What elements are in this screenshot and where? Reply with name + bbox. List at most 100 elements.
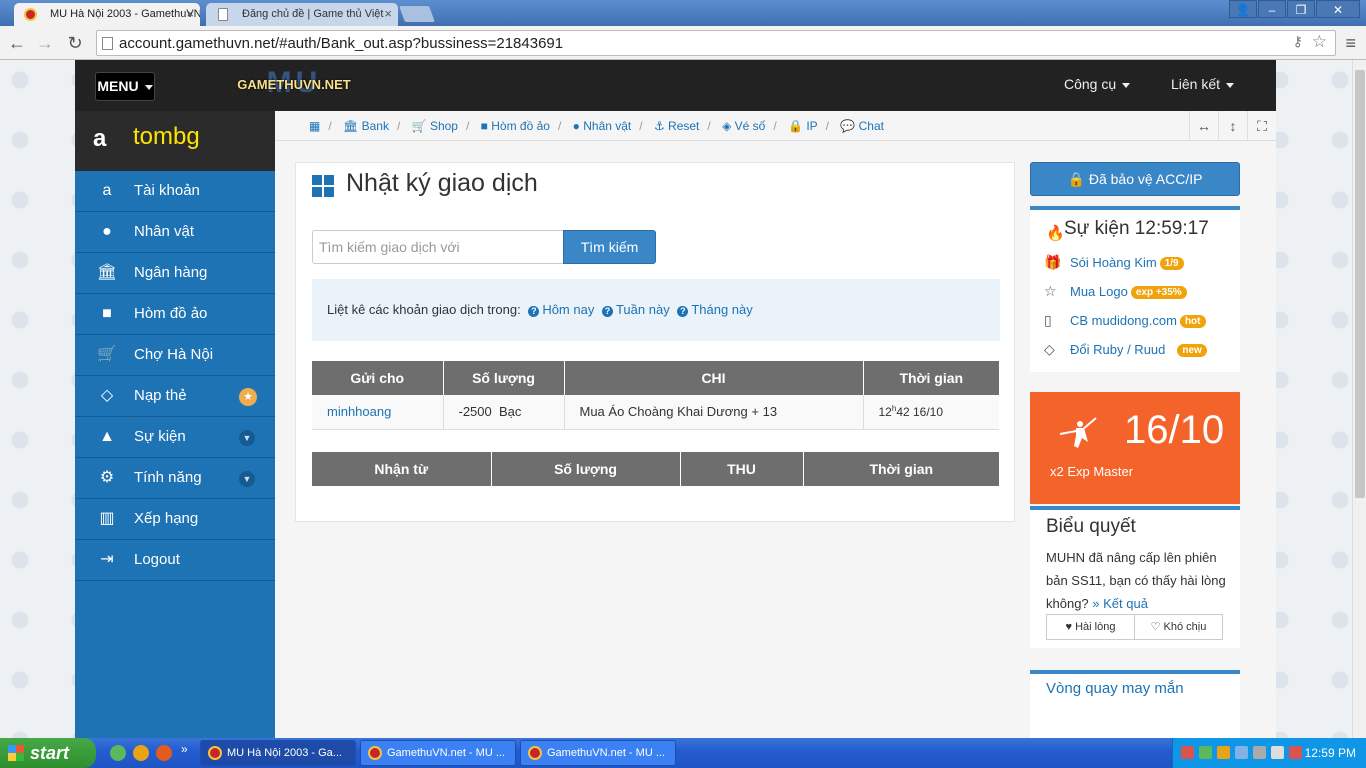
volume-icon[interactable] <box>1271 746 1284 759</box>
tray-icon[interactable] <box>1217 746 1230 759</box>
tray-icon[interactable] <box>1235 746 1248 759</box>
sidebar-item-bank[interactable]: 🏛 Ngân hàng <box>75 253 275 294</box>
tab-title: Đăng chủ đề | Game thủ Việt <box>242 8 384 20</box>
sidebar-item-logout[interactable]: ⇥ Logout <box>75 540 275 581</box>
taskbar-task[interactable]: GamethuVN.net - MU ... <box>360 740 516 766</box>
column-header: THU <box>680 452 804 486</box>
key-icon[interactable]: ⚷ <box>1293 33 1303 50</box>
vote-yes-button[interactable]: ♥ Hài lòng <box>1046 614 1135 640</box>
close-tab-icon[interactable]: × <box>186 6 194 21</box>
site-container: MENU MU GAMETHUVN.NET Công cụ Liên kết a… <box>75 60 1276 740</box>
sidebar-item-character[interactable]: ● Nhân vật <box>75 212 275 253</box>
expand-vertical-icon[interactable]: ↕ <box>1218 111 1247 141</box>
tray-icon[interactable] <box>1289 746 1302 759</box>
sidebar-item-label: Chợ Hà Nội <box>134 346 214 363</box>
forward-arrow-icon[interactable]: → <box>34 32 56 54</box>
taskbar-task[interactable]: GamethuVN.net - MU ... <box>520 740 676 766</box>
tray-icon[interactable] <box>1199 746 1212 759</box>
search-input[interactable]: Tìm kiếm giao dịch với <box>312 230 564 264</box>
sidebar-item-account[interactable]: a Tài khoản <box>75 171 275 212</box>
events-panel: 🔥 Sự kiện 12:59:17 🎁 Sói Hoàng Kim 1/9 ☆ Mu… <box>1030 206 1240 372</box>
caret-down-icon <box>1226 82 1235 88</box>
filter-month-link[interactable]: ? Tháng này <box>677 302 753 317</box>
fullscreen-icon[interactable]: ⛶ <box>1247 111 1276 141</box>
sidebar-item-features[interactable]: ⚙ Tính năng ▼ <box>75 458 275 499</box>
start-button[interactable]: start <box>0 738 96 768</box>
question-icon: ? <box>601 306 613 317</box>
browser-tab-active[interactable]: MU Hà Nội 2003 - GamethuVN × <box>14 3 200 26</box>
browser-tab-inactive[interactable]: Đăng chủ đề | Game thủ Việt × <box>206 3 398 26</box>
bank-icon: 🏛 <box>96 264 118 281</box>
vote-result-link[interactable]: » Kết quả <box>1092 596 1148 611</box>
site-logo[interactable]: MU GAMETHUVN.NET <box>235 68 353 100</box>
sidebar-item-market[interactable]: 🛒 Chợ Hà Nội <box>75 335 275 376</box>
amazon-icon: a <box>102 182 112 199</box>
filter-today-link[interactable]: ? Hôm nay <box>528 302 594 317</box>
breadcrumb-ip[interactable]: 🔒 IP <box>788 119 818 133</box>
sidebar-item-label: Nhân vật <box>134 223 195 240</box>
breadcrumb-reset[interactable]: ⚓ Reset <box>654 119 699 133</box>
page-icon <box>102 37 113 50</box>
chrome-icon[interactable] <box>133 745 149 761</box>
breadcrumb-bank[interactable]: 🏛 Bank <box>343 119 389 133</box>
column-header: Số lượng <box>443 361 565 395</box>
breadcrumb-lottery[interactable]: ◈ Vé số <box>722 119 765 133</box>
chevron-down-icon: ▼ <box>239 430 255 446</box>
user-icon: ● <box>102 223 112 240</box>
vote-no-button[interactable]: ♡ Khó chịu <box>1134 614 1223 640</box>
menu-button[interactable]: MENU <box>95 72 155 101</box>
transactions-panel: Nhật ký giao dịch Tìm kiếm giao dịch với… <box>295 162 1015 522</box>
restore-icon[interactable]: ❐ <box>1287 0 1315 18</box>
page-scrollbar[interactable] <box>1352 60 1366 738</box>
username[interactable]: tombg <box>133 123 200 151</box>
sidebar-item-topup[interactable]: ◇ Nạp thẻ ★ <box>75 376 275 417</box>
sidebar-item-events[interactable]: ▲ Sự kiện ▼ <box>75 417 275 458</box>
sidebar-item-ranking[interactable]: ▥ Xếp hạng <box>75 499 275 540</box>
expand-horizontal-icon[interactable]: ↔ <box>1189 111 1218 141</box>
system-tray: 12:59 PM <box>1172 738 1366 768</box>
back-arrow-icon[interactable]: ← <box>6 32 28 54</box>
sidebar-item-virtual-chest[interactable]: ■ Hòm đồ ảo <box>75 294 275 335</box>
event-item[interactable]: 🎁 Sói Hoàng Kim 1/9 <box>1044 254 1184 271</box>
chrome-menu-icon[interactable]: ≡ <box>1345 33 1356 54</box>
close-window-icon[interactable]: ✕ <box>1316 0 1360 18</box>
event-tag: new <box>1177 344 1207 358</box>
lucky-wheel-link[interactable]: Vòng quay may mắn <box>1046 680 1184 697</box>
event-item[interactable]: ☆ Mua Logo exp +35% <box>1044 283 1187 300</box>
tray-icon[interactable] <box>1253 746 1266 759</box>
taskbar-task[interactable]: MU Hà Nội 2003 - Ga... <box>200 740 356 766</box>
description-cell: Mua Áo Choàng Khai Dương + 13 <box>564 395 864 430</box>
breadcrumb-shop[interactable]: 🛒 Shop <box>412 119 458 133</box>
calendar-icon[interactable]: ▦ <box>309 119 320 133</box>
breadcrumb-character[interactable]: ● Nhân vật <box>573 119 632 133</box>
reload-icon[interactable]: ↻ <box>64 32 86 54</box>
quicklaunch-icon[interactable] <box>110 745 126 761</box>
protect-account-button[interactable]: 🔒 Đã bảo vệ ACC/IP <box>1030 162 1240 196</box>
vote-panel: Biểu quyết MUHN đã nâng cấp lên phiên bả… <box>1030 506 1240 648</box>
caret-down-icon <box>144 84 153 90</box>
column-header: Thời gian <box>803 452 999 486</box>
new-tab-button[interactable] <box>399 6 435 22</box>
user-profile-icon[interactable]: 👤 <box>1229 0 1257 18</box>
tray-icon[interactable] <box>1181 746 1194 759</box>
links-dropdown[interactable]: Liên kết <box>1171 76 1235 92</box>
promo-banner[interactable]: 16/10 x2 Exp Master <box>1030 392 1240 504</box>
firefox-icon[interactable] <box>156 745 172 761</box>
event-item[interactable]: ▯ CB mudidong.com hot <box>1044 312 1206 329</box>
mu-favicon-icon <box>24 8 37 21</box>
close-tab-icon[interactable]: × <box>384 6 392 21</box>
event-item[interactable]: ◇ Đổi Ruby / Ruud new <box>1044 341 1207 358</box>
star-icon: ☆ <box>1044 283 1057 299</box>
breadcrumb-chest[interactable]: ■ Hòm đồ ảo <box>481 119 550 133</box>
filter-week-link[interactable]: ? Tuần này <box>601 302 670 317</box>
more-icon[interactable]: » <box>181 742 188 756</box>
minimize-icon[interactable]: – <box>1258 0 1286 18</box>
breadcrumb-chat[interactable]: 💬 Chat <box>840 119 884 133</box>
bookmark-star-icon[interactable]: ☆ <box>1312 32 1327 52</box>
recipient-link[interactable]: minhhoang <box>327 404 391 419</box>
search-button[interactable]: Tìm kiếm <box>563 230 656 264</box>
tools-dropdown[interactable]: Công cụ <box>1064 76 1131 92</box>
scrollbar-thumb[interactable] <box>1355 70 1365 498</box>
events-title: Sự kiện 12:59:17 <box>1064 218 1209 239</box>
address-bar[interactable]: account.gamethuvn.net/#auth/Bank_out.asp… <box>96 30 1336 56</box>
